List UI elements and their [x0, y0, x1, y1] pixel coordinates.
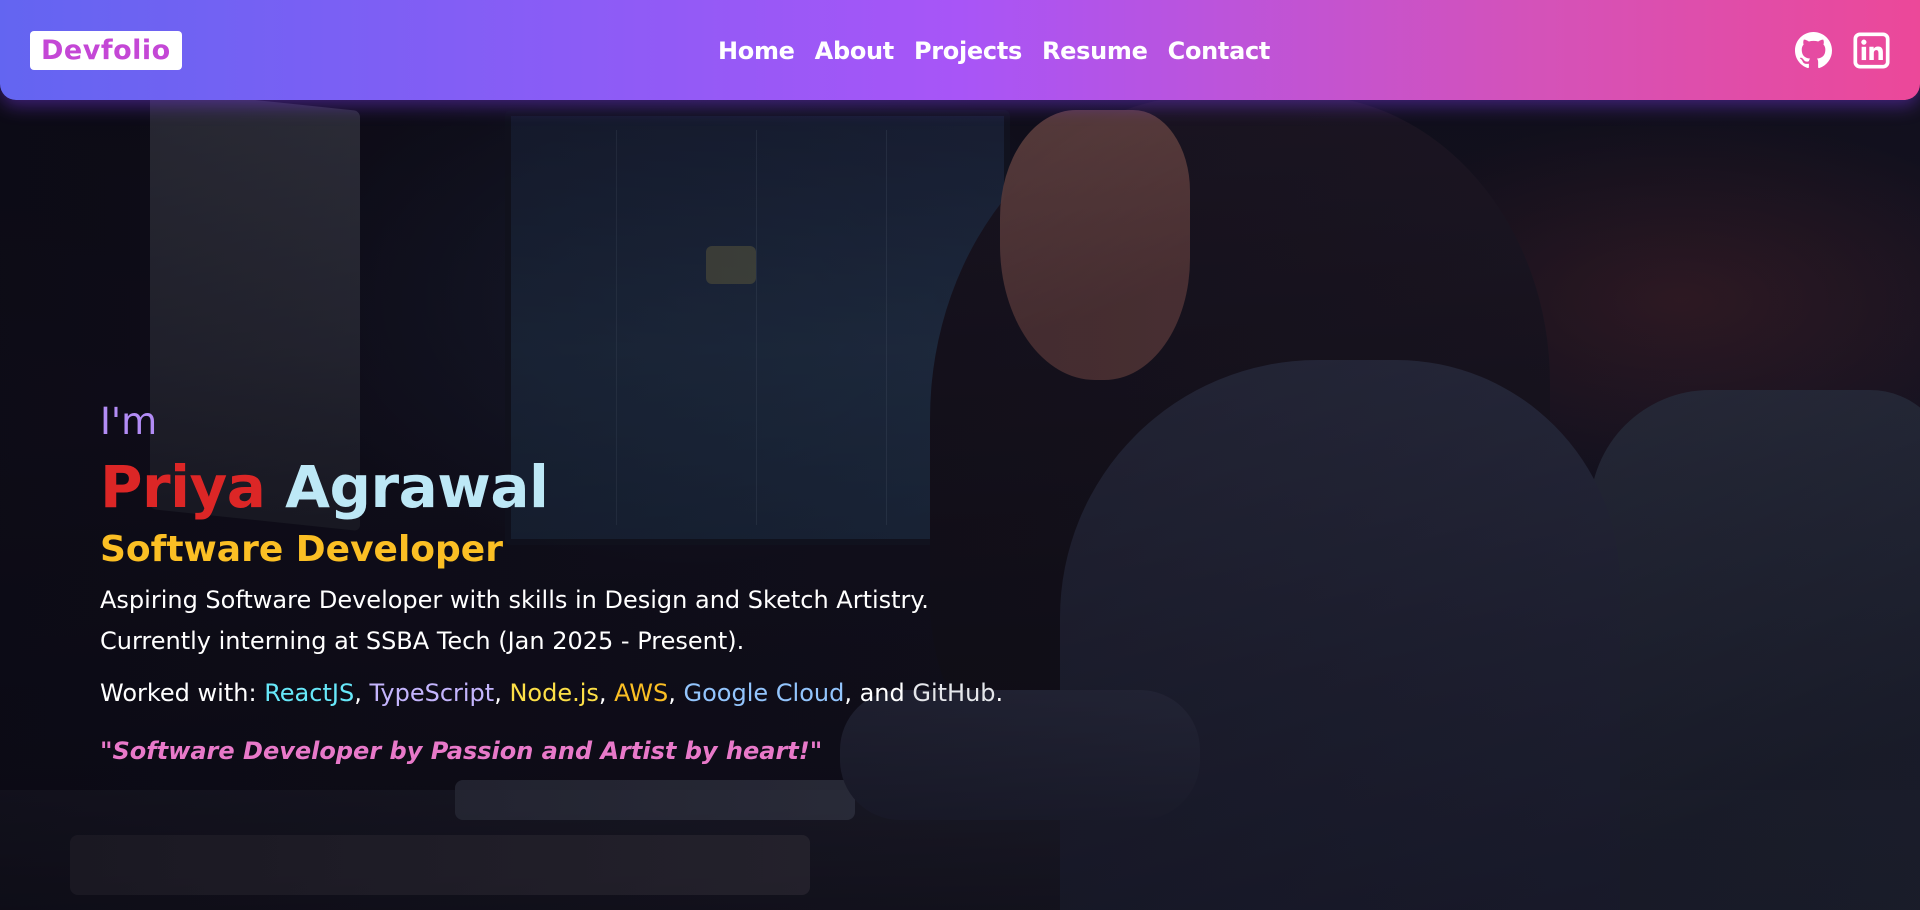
tech-typescript: TypeScript: [369, 679, 495, 707]
tech-aws: AWS: [614, 679, 669, 707]
bio-line-1: Aspiring Software Developer with skills …: [100, 586, 929, 614]
nav-link-contact[interactable]: Contact: [1168, 37, 1271, 65]
tech-reactjs: ReactJS: [264, 679, 355, 707]
linkedin-link[interactable]: [1853, 32, 1890, 69]
worked-with-label: Worked with:: [100, 679, 265, 707]
logo-text: Devfolio: [41, 35, 171, 66]
bio-line-2: Currently interning at SSBA Tech (Jan 20…: [100, 627, 745, 655]
github-icon: [1795, 32, 1832, 69]
social-links: [1795, 32, 1890, 69]
nav-link-resume[interactable]: Resume: [1042, 37, 1148, 65]
logo-link[interactable]: Devfolio: [30, 31, 182, 70]
linkedin-icon: [1853, 32, 1890, 69]
last-name: Agrawal: [285, 453, 549, 521]
greeting-text: I'm: [100, 400, 158, 443]
tech-nodejs: Node.js: [509, 679, 599, 707]
tagline-quote: "Software Developer by Passion and Artis…: [100, 737, 823, 765]
intro-section: I'm Priya Agrawal Software Developer Asp…: [100, 398, 1100, 768]
nav-link-home[interactable]: Home: [718, 37, 795, 65]
role-heading: Software Developer: [100, 529, 503, 570]
worked-with-text: Worked with: ReactJS, TypeScript, Node.j…: [100, 679, 1004, 707]
tech-github: GitHub: [912, 679, 996, 707]
nav-link-about[interactable]: About: [815, 37, 895, 65]
top-navbar: Devfolio Home About Projects Resume Cont…: [0, 0, 1920, 100]
bio-text: Aspiring Software Developer with skills …: [100, 580, 1100, 662]
tech-google-cloud: Google Cloud: [683, 679, 845, 707]
name-heading: Priya Agrawal: [100, 452, 1100, 522]
nav-links: Home About Projects Resume Contact: [718, 33, 1270, 69]
first-name: Priya: [100, 453, 266, 521]
nav-link-projects[interactable]: Projects: [914, 37, 1022, 65]
github-link[interactable]: [1795, 32, 1832, 69]
